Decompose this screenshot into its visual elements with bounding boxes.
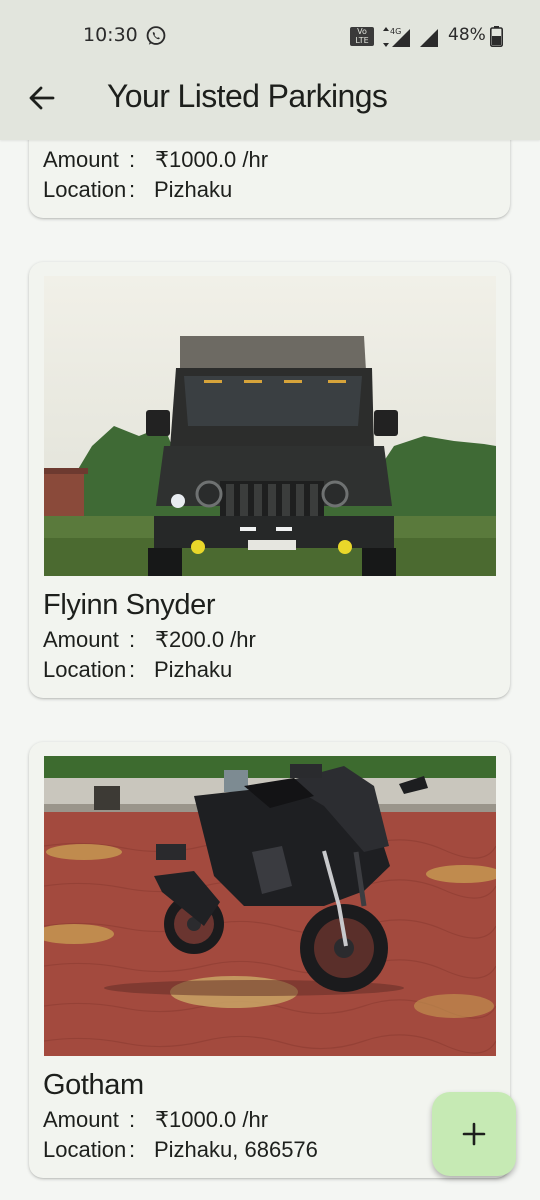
page-title: Your Listed Parkings — [107, 78, 388, 114]
amount-value: ₹1000.0 /hr — [155, 147, 269, 172]
location-row: Location: Pizhaku — [43, 177, 233, 202]
amount-row: Amount: ₹1000.0 /hr — [43, 147, 269, 172]
location-row: Location: Pizhaku — [43, 657, 233, 682]
status-bar: 10:30 Vo LTE 4G 48% — [0, 0, 540, 72]
amount-value: ₹200.0 /hr — [155, 627, 256, 652]
location-label: Location — [43, 1137, 127, 1162]
amount-row: Amount: ₹1000.0 /hr — [43, 1107, 269, 1132]
signal-icon: 4G — [383, 27, 438, 47]
parking-image — [44, 276, 496, 576]
app-bar: Your Listed Parkings — [0, 72, 540, 140]
svg-text:4G: 4G — [390, 27, 401, 36]
parking-name: Flyinn Snyder — [43, 589, 216, 621]
battery-icon — [490, 26, 503, 47]
location-row: Location: Pizhaku, 686576 — [43, 1137, 318, 1162]
location-value: Pizhaku — [154, 177, 233, 202]
location-value: Pizhaku, 686576 — [154, 1137, 318, 1162]
parking-card[interactable]: Flyinn Snyder Amount: ₹200.0 /hr Location… — [29, 262, 510, 698]
amount-label: Amount — [43, 1107, 119, 1132]
back-button[interactable] — [22, 78, 62, 118]
amount-value: ₹1000.0 /hr — [155, 1107, 269, 1132]
battery-percent: 48% — [448, 25, 486, 45]
status-time: 10:30 — [83, 24, 138, 46]
add-parking-button[interactable] — [432, 1092, 516, 1176]
whatsapp-icon — [146, 26, 166, 45]
location-value: Pizhaku — [154, 657, 233, 682]
location-label: Location — [43, 657, 127, 682]
top-bar: 10:30 Vo LTE 4G 48% Your Listed Parkings — [0, 0, 540, 140]
location-label: Location — [43, 177, 127, 202]
amount-label: Amount — [43, 627, 119, 652]
plus-icon — [462, 1122, 486, 1146]
parking-image — [44, 756, 496, 1056]
screen: 10:30 Vo LTE 4G 48% Your Listed Parkings… — [0, 0, 540, 1200]
amount-row: Amount: ₹200.0 /hr — [43, 627, 256, 652]
arrow-back-icon — [29, 86, 55, 110]
volte-icon: Vo LTE — [350, 27, 374, 46]
parking-name: Gotham — [43, 1069, 144, 1101]
amount-label: Amount — [43, 147, 119, 172]
